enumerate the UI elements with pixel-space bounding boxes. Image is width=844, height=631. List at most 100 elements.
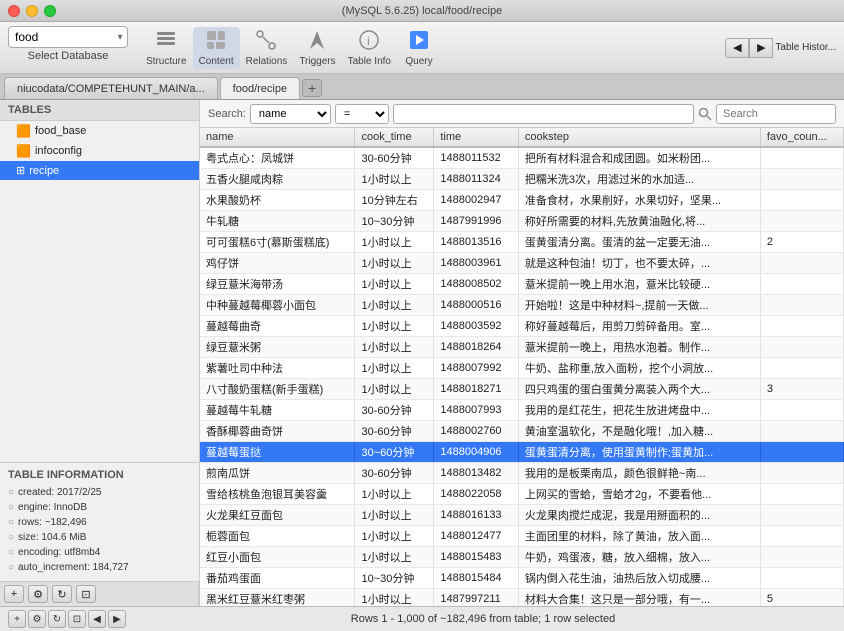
minimize-button[interactable] [26, 5, 38, 17]
col-cook-time[interactable]: cook_time [355, 128, 434, 147]
cell-favo_count [760, 463, 843, 484]
table-row[interactable]: 蔓越莓曲奇1小时以上1488003592称好蔓越莓后，用剪刀剪碎备用。室... [200, 316, 844, 337]
search-label: Search: [208, 108, 246, 120]
cell-time: 1488003592 [434, 316, 519, 337]
status-prev-btn[interactable]: ◀ [88, 610, 106, 628]
cell-name: 番茄鸡蛋面 [200, 568, 355, 589]
cell-cookstep: 称好蔓越莓后，用剪刀剪碎备用。室... [518, 316, 760, 337]
cell-time: 1488018271 [434, 379, 519, 400]
table-row[interactable]: 牛轧糖10~30分钟1487991996称好所需要的材料,先放黄油融化,将... [200, 211, 844, 232]
cell-time: 1488008502 [434, 274, 519, 295]
table-row[interactable]: 雪给核桃鱼泡银耳美容羹1小时以上1488022058上网买的雪蛤，雪蛤才2g，不… [200, 484, 844, 505]
search-input[interactable] [393, 104, 694, 124]
col-name[interactable]: name [200, 128, 355, 147]
cell-favo_count [760, 337, 843, 358]
table-row[interactable]: 红豆小面包1小时以上1488015483牛奶，鸡蛋液，糖，放入细棉，放入... [200, 547, 844, 568]
created-icon: ○ [8, 487, 14, 498]
sidebar-filter-btn[interactable]: ⊡ [76, 585, 96, 603]
table-row[interactable]: 煎南瓜饼30-60分钟1488013482我用的是板栗南瓜，颜色很鲜艳~南... [200, 463, 844, 484]
status-next-btn[interactable]: ▶ [108, 610, 126, 628]
cell-favo_count [760, 505, 843, 526]
tab-food-recipe[interactable]: food/recipe [220, 77, 300, 99]
content-icon [205, 29, 227, 55]
db-select-wrapper[interactable]: food [8, 26, 128, 48]
col-cookstep[interactable]: cookstep [518, 128, 760, 147]
table-row[interactable]: 鸡仔饼1小时以上1488003961就是这种包油！切丁，也不要太碎，... [200, 253, 844, 274]
db-select[interactable]: food [8, 26, 128, 48]
close-button[interactable] [8, 5, 20, 17]
cell-favo_count [760, 253, 843, 274]
cell-favo_count [760, 169, 843, 190]
search-text-input[interactable] [716, 104, 836, 124]
table-row[interactable]: 香酥椰蓉曲奇饼30-60分钟1488002760黄油室温软化，不是融化哦！,加入… [200, 421, 844, 442]
cell-cook_time: 1小时以上 [355, 253, 434, 274]
tb-structure-btn[interactable]: Structure [140, 27, 193, 69]
table-row[interactable]: 火龙果红豆面包1小时以上1488016133火龙果肉搅烂成泥，我是用掰面积的..… [200, 505, 844, 526]
table-row[interactable]: 番茄鸡蛋面10~30分钟1488015484锅内倒入花生油，油热后放入切成腰..… [200, 568, 844, 589]
table-information: TABLE INFORMATION ○ created: 2017/2/25 ○… [0, 462, 199, 581]
table-info-engine: ○ engine: InnoDB [8, 500, 191, 515]
table-row[interactable]: 中种蔓越莓椰蓉小面包1小时以上1488000516开始啦！这是中种材料~,提前一… [200, 295, 844, 316]
col-favo-count[interactable]: favo_coun... [760, 128, 843, 147]
cell-cook_time: 30-60分钟 [355, 421, 434, 442]
cell-time: 1488016133 [434, 505, 519, 526]
table-row[interactable]: 紫薯吐司中种法1小时以上1488007992牛奶、盐称重,放入面粉，挖个小洞放.… [200, 358, 844, 379]
table-row[interactable]: 八寸酸奶蛋糕(新手蛋糕)1小时以上1488018271四只鸡蛋的蛋白蛋黄分离装入… [200, 379, 844, 400]
table-row[interactable]: 蔓越莓蛋挞30~60分钟1488004906蛋黄蛋清分离，使用蛋黄制作;蛋黄加.… [200, 442, 844, 463]
sidebar-item-infoconfig[interactable]: 🟧 infoconfig [0, 141, 199, 161]
history-forward-btn[interactable]: ▶ [749, 38, 773, 58]
cell-cook_time: 1小时以上 [355, 232, 434, 253]
cell-cookstep: 薏米提前一晚上，用热水泡着。制作... [518, 337, 760, 358]
cell-cookstep: 就是这种包油！切丁，也不要太碎，... [518, 253, 760, 274]
status-filter-btn[interactable]: ⊡ [68, 610, 86, 628]
cell-time: 1488011324 [434, 169, 519, 190]
status-add-btn[interactable]: + [8, 610, 26, 628]
table-row[interactable]: 五香火腿咸肉粽1小时以上1488011324把糯米洗3次，用滤过米的水加适... [200, 169, 844, 190]
sidebar-refresh-btn[interactable]: ↻ [52, 585, 72, 603]
encoding-icon: ○ [8, 547, 14, 558]
table-row[interactable]: 蔓越莓牛轧糖30-60分钟1488007993我用的是红花生，把花生放进烤盘中.… [200, 400, 844, 421]
cell-cook_time: 10~30分钟 [355, 211, 434, 232]
table-row[interactable]: 绿豆薏米海带汤1小时以上1488008502薏米提前一晚上用水泡，薏米比较硬..… [200, 274, 844, 295]
toolbar: food Select Database Structure Content R… [0, 22, 844, 74]
cell-favo_count [760, 442, 843, 463]
cell-time: 1488003961 [434, 253, 519, 274]
search-op-select[interactable]: = LIKE != > < [335, 104, 389, 124]
maximize-button[interactable] [44, 5, 56, 17]
sidebar-item-recipe[interactable]: ⊞ recipe [0, 161, 199, 180]
status-refresh-btn[interactable]: ↻ [48, 610, 66, 628]
table-row[interactable]: 水果酸奶杯10分钟左右1488002947准备食材，水果削好，水果切好，坚果..… [200, 190, 844, 211]
relations-icon [255, 29, 277, 55]
col-time[interactable]: time [434, 128, 519, 147]
search-field-select[interactable]: name cook_time time cookstep [250, 104, 331, 124]
sidebar-settings-btn[interactable]: ⚙ [28, 585, 48, 603]
cell-cookstep: 准备食材，水果削好，水果切好，坚果... [518, 190, 760, 211]
cell-favo_count [760, 316, 843, 337]
table-row[interactable]: 黑米红豆薏米红枣粥1小时以上1487997211材料大合集！这只是一部分哦，有一… [200, 589, 844, 607]
cell-name: 鸡仔饼 [200, 253, 355, 274]
data-table-wrapper[interactable]: name cook_time time cookstep favo_coun..… [200, 128, 844, 606]
cell-cook_time: 30-60分钟 [355, 463, 434, 484]
table-info-size: ○ size: 104.6 MiB [8, 530, 191, 545]
tb-relations-btn[interactable]: Relations [240, 27, 294, 69]
main-content: TABLES 🟧 food_base 🟧 infoconfig ⊞ recipe… [0, 100, 844, 606]
cell-favo_count [760, 568, 843, 589]
status-settings-btn[interactable]: ⚙ [28, 610, 46, 628]
history-back-btn[interactable]: ◀ [725, 38, 749, 58]
table-row[interactable]: 可可蛋糕6寸(慕斯蛋糕底)1小时以上1488013516蛋黄蛋清分离。蛋清的盆一… [200, 232, 844, 253]
tb-query-label: Query [405, 56, 432, 67]
tb-tableinfo-btn[interactable]: i Table Info [342, 27, 397, 69]
table-row[interactable]: 绿豆薏米粥1小时以上1488018264薏米提前一晚上，用热水泡着。制作... [200, 337, 844, 358]
tb-query-btn[interactable]: Query [397, 27, 441, 69]
tab-add-btn[interactable]: + [302, 79, 322, 97]
sidebar-item-food-base[interactable]: 🟧 food_base [0, 121, 199, 141]
cell-cook_time: 1小时以上 [355, 316, 434, 337]
table-row[interactable]: 粤式点心：凤城饼30-60分钟1488011532把所有材料混合和成团圆。如米粉… [200, 147, 844, 169]
cell-time: 1488002760 [434, 421, 519, 442]
table-row[interactable]: 栀蓉面包1小时以上1488012477主面团里的材料，除了黄油，放入面... [200, 526, 844, 547]
tab-bar: niucodata/COMPETEHUNT_MAIN/a... food/rec… [0, 74, 844, 100]
tb-content-btn[interactable]: Content [193, 27, 240, 69]
tab-competehunt[interactable]: niucodata/COMPETEHUNT_MAIN/a... [4, 77, 218, 99]
tb-triggers-btn[interactable]: Triggers [293, 27, 341, 69]
sidebar-add-btn[interactable]: + [4, 585, 24, 603]
